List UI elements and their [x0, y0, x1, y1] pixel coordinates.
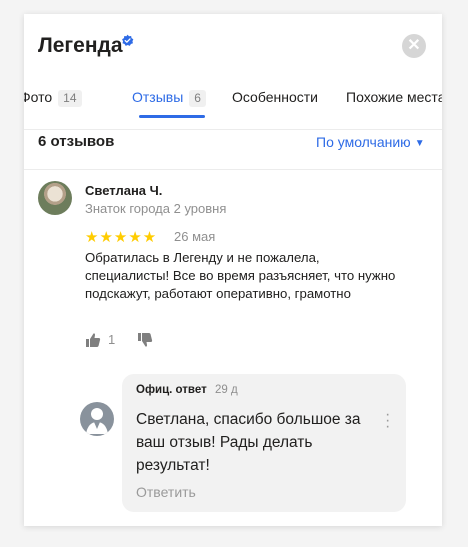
tab-label: Фото: [24, 89, 53, 105]
tab-bar: Фото 14 Отзывы 6 Особенности Похожие места: [24, 88, 442, 128]
business-avatar: [80, 402, 114, 436]
review-author[interactable]: Светлана Ч.: [85, 183, 162, 198]
more-vertical-icon[interactable]: · · ·: [385, 407, 390, 435]
tab-label: Отзывы: [132, 89, 184, 105]
tab-photos[interactable]: Фото 14: [24, 88, 82, 114]
rating-stars: ★★★★★: [85, 229, 158, 246]
tab-similar[interactable]: Похожие места: [346, 88, 442, 114]
page-title: Легенда: [38, 34, 123, 57]
active-tab-indicator: [139, 115, 205, 118]
tab-count: 6: [189, 89, 206, 107]
reply-label: Офиц. ответ: [136, 384, 207, 396]
avatar[interactable]: [38, 181, 72, 215]
reply-text: Светлана, спасибо большое за ваш отзыв! …: [136, 411, 361, 474]
reply-button[interactable]: Ответить: [136, 484, 196, 500]
like-count: 1: [108, 332, 116, 347]
tab-count: 14: [58, 89, 82, 107]
official-reply: Офиц. ответ 29 д Светлана, спасибо больш…: [122, 374, 406, 512]
divider: [24, 129, 442, 130]
author-level: Знаток города 2 уровня: [85, 201, 227, 216]
reply-date: 29 д: [215, 384, 238, 396]
thumbs-up-icon[interactable]: [85, 332, 101, 348]
verified-badge-icon: [122, 34, 134, 46]
thumbs-down-icon[interactable]: [137, 332, 153, 348]
tab-features[interactable]: Особенности: [232, 88, 318, 114]
review-text: Обратилась в Легенду и не пожалела, спец…: [85, 250, 396, 301]
review-date: 26 мая: [174, 229, 216, 244]
tab-label: Похожие места: [346, 89, 442, 105]
close-button[interactable]: ✕: [402, 34, 426, 58]
caret-down-icon: ▼: [414, 138, 425, 149]
sort-dropdown[interactable]: По умолчанию ▼: [316, 134, 425, 150]
divider: [24, 169, 442, 170]
place-card: Легенда ✕ Фото 14 Отзывы 6 Особенности Пох…: [24, 14, 442, 526]
close-icon: ✕: [407, 37, 421, 54]
reviews-count: 6 отзывов: [38, 133, 115, 150]
tab-label: Особенности: [232, 89, 318, 105]
sort-label: По умолчанию: [316, 134, 411, 150]
tab-reviews[interactable]: Отзывы 6: [132, 88, 206, 114]
person-icon: [86, 408, 108, 434]
